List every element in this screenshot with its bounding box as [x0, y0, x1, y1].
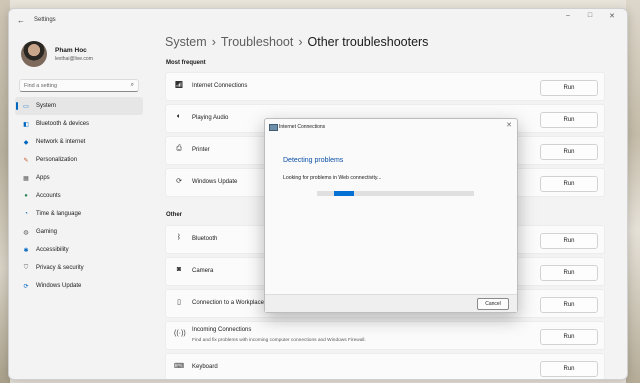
sidebar-item-label: Privacy & security	[36, 265, 84, 271]
row-description: Find and fix problems with incoming comp…	[192, 338, 366, 343]
run-printer-button[interactable]: Run	[540, 144, 598, 160]
row-label: Connection to a Workplace	[192, 300, 264, 306]
row-label: Incoming Connections	[192, 327, 252, 333]
row-label: Windows Update	[192, 179, 238, 185]
user-profile[interactable]: Pham Hoc lexthai@live.com	[21, 41, 93, 67]
dialog-status-text: Looking for problems in Web connectivity…	[283, 175, 382, 181]
sidebar-item-label: Gaming	[36, 229, 58, 235]
run-workplace-button[interactable]: Run	[540, 297, 598, 313]
sidebar-item-label: Bluetooth & devices	[36, 121, 90, 127]
search-input[interactable]: Find a setting ⌕	[19, 79, 139, 92]
breadcrumb-separator: ›	[211, 35, 216, 49]
run-windows-update-button[interactable]: Run	[540, 176, 598, 192]
signal-icon: 📶︎	[174, 82, 184, 89]
update-icon: ⟳	[176, 178, 182, 185]
sidebar-item-windows-update[interactable]: ⟳ Windows Update	[15, 277, 143, 295]
profile-name: Pham Hoc	[55, 46, 87, 54]
sidebar-item-accounts[interactable]: ● Accounts	[15, 187, 143, 205]
app-title: Settings	[34, 17, 56, 23]
search-placeholder: Find a setting	[24, 82, 58, 89]
breadcrumb: System › Troubleshoot › Other troubleshooter…	[165, 35, 428, 49]
printer-icon: ⎙	[176, 145, 182, 152]
profile-email: lexthai@live.com	[55, 55, 93, 62]
sidebar-item-label: Apps	[36, 175, 50, 181]
speaker-icon: 🔈︎	[176, 113, 182, 120]
sidebar-item-label: Time & language	[36, 211, 82, 217]
camera-icon: ◙	[176, 266, 182, 273]
phone-icon: ▯	[177, 299, 181, 306]
row-label: Bluetooth	[192, 236, 218, 242]
breadcrumb-troubleshoot[interactable]: Troubleshoot	[221, 35, 294, 49]
run-internet-button[interactable]: Run	[540, 80, 598, 96]
bluetooth-devices-icon: ◧	[23, 121, 29, 128]
run-bluetooth-button[interactable]: Run	[540, 233, 598, 249]
row-label: Camera	[192, 268, 214, 274]
row-label: Keyboard	[192, 364, 218, 370]
person-icon: ●	[24, 193, 28, 199]
page-title: Other troubleshooters	[307, 35, 429, 49]
sidebar-item-privacy-security[interactable]: ⛉ Privacy & security	[15, 259, 143, 277]
progress-bar	[317, 191, 474, 196]
keyboard-icon: ⌨	[174, 363, 185, 370]
apps-icon: ▦	[23, 175, 29, 182]
sidebar-item-label: System	[36, 103, 57, 109]
controller-icon: ◍	[23, 229, 29, 236]
run-camera-button[interactable]: Run	[540, 265, 598, 281]
shield-icon: ⛉	[23, 264, 29, 271]
dialog-heading: Detecting problems	[283, 157, 344, 164]
troubleshooter-row-internet: 📶︎ Internet Connections Run	[165, 72, 605, 101]
sidebar-item-network[interactable]: ◆ Network & internet	[15, 133, 143, 151]
breadcrumb-system[interactable]: System	[165, 35, 207, 49]
network-diagnostics-icon	[269, 124, 278, 131]
sidebar-item-personalization[interactable]: ✎ Personalization	[15, 151, 143, 169]
sidebar-item-time-language[interactable]: ◔ Time & language	[15, 205, 143, 223]
sidebar-item-bluetooth-devices[interactable]: ◧ Bluetooth & devices	[15, 115, 143, 133]
row-label: Printer	[192, 147, 210, 153]
dialog-footer: Cancel	[265, 294, 517, 312]
sidebar-item-label: Personalization	[36, 157, 78, 163]
run-incoming-button[interactable]: Run	[540, 329, 598, 345]
dialog-title-bar: Internet Connections ✕	[265, 119, 517, 135]
troubleshooter-dialog: Internet Connections ✕ Detecting problem…	[264, 118, 518, 313]
cancel-button[interactable]: Cancel	[477, 298, 509, 310]
sidebar-nav: ▭ System ◧ Bluetooth & devices ◆ Network…	[15, 97, 143, 295]
section-most-frequent: Most frequent	[166, 60, 206, 66]
dialog-title: Internet Connections	[279, 124, 326, 130]
avatar	[21, 41, 47, 67]
brush-icon: ✎	[23, 157, 29, 164]
sidebar-item-accessibility[interactable]: ✱ Accessibility	[15, 241, 143, 259]
row-label: Playing Audio	[192, 115, 229, 121]
troubleshooter-row-incoming: ((·)) Incoming Connections Find and fix …	[165, 321, 605, 350]
sidebar-item-apps[interactable]: ▦ Apps	[15, 169, 143, 187]
back-arrow-icon[interactable]: ←	[14, 16, 28, 25]
sidebar-item-gaming[interactable]: ◍ Gaming	[15, 223, 143, 241]
desktop-background-right	[626, 0, 640, 383]
sidebar-item-label: Accounts	[36, 193, 61, 199]
troubleshooter-row-keyboard: ⌨ Keyboard Run	[165, 353, 605, 379]
bluetooth-icon: ᛒ	[176, 234, 182, 241]
incoming-icon: ((·))	[174, 330, 186, 337]
sidebar-item-label: Accessibility	[36, 247, 69, 253]
wifi-icon: ◆	[23, 139, 29, 146]
sidebar-item-label: Network & internet	[36, 139, 86, 145]
system-icon: ▭	[23, 103, 29, 110]
run-keyboard-button[interactable]: Run	[540, 361, 598, 377]
accessibility-icon: ✱	[23, 247, 29, 254]
section-other: Other	[166, 212, 183, 218]
sidebar-item-label: Windows Update	[36, 283, 82, 289]
globe-clock-icon: ◔	[24, 211, 28, 217]
sidebar-item-system[interactable]: ▭ System	[15, 97, 143, 115]
update-icon: ⟳	[23, 283, 29, 290]
progress-bar-fill	[334, 191, 354, 196]
breadcrumb-separator: ›	[298, 35, 303, 49]
run-audio-button[interactable]: Run	[540, 112, 598, 128]
row-label: Internet Connections	[192, 83, 248, 89]
close-icon[interactable]: ✕	[506, 121, 512, 129]
search-icon: ⌕	[130, 82, 134, 88]
